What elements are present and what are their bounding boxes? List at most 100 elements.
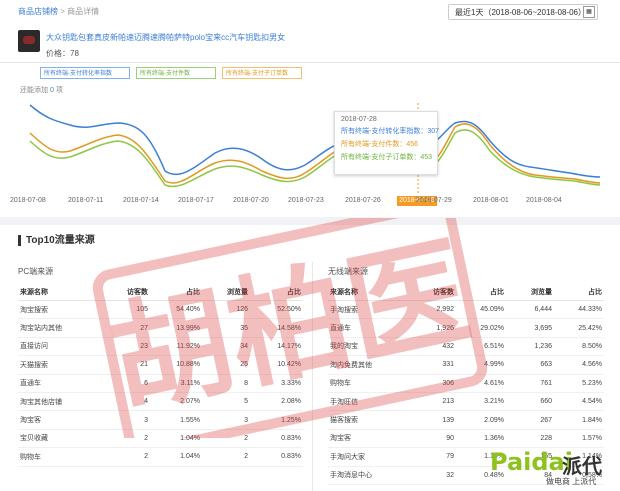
visitors-cell: 3 bbox=[104, 410, 150, 430]
pageview-share-cell: 8.50% bbox=[554, 337, 604, 357]
pageviews-cell: 2 bbox=[202, 429, 250, 449]
visitors-cell: 1,926 bbox=[408, 318, 456, 338]
x-tick-label: 2018-08-01 bbox=[473, 197, 509, 204]
breadcrumb: 商品店铺榜 > 商品详情 bbox=[18, 6, 99, 17]
logo-cn: 派代 bbox=[562, 454, 602, 478]
pageview-share-cell: 52.50% bbox=[250, 300, 303, 320]
visitors-cell: 139 bbox=[408, 410, 456, 430]
table-row: 手淘搜索 2,992 45.09% 6,444 44.33% bbox=[328, 300, 604, 320]
product-thumbnail[interactable] bbox=[18, 30, 40, 52]
pageviews-cell: 3,695 bbox=[506, 318, 554, 338]
source-name-cell: 手淘问大家 bbox=[328, 447, 408, 467]
pageviews-cell: 3 bbox=[202, 410, 250, 430]
pageviews-cell: 660 bbox=[506, 392, 554, 412]
paidai-logo: Paidai 派代 做电商 上派代 bbox=[486, 448, 620, 491]
col-visitors: 访客数 bbox=[104, 284, 150, 301]
pageview-share-cell: 5.23% bbox=[554, 374, 604, 393]
x-tick-label: 2018-07-23 bbox=[288, 197, 324, 204]
breadcrumb-root-link[interactable]: 商品店铺榜 bbox=[18, 7, 58, 16]
pageviews-cell: 34 bbox=[202, 337, 250, 357]
pageviews-cell: 8 bbox=[202, 374, 250, 393]
col-visitor-share: 占比 bbox=[456, 284, 506, 301]
source-name-cell: 直接访问 bbox=[18, 337, 104, 357]
date-range-picker[interactable]: 最近1天（2018-08-06~2018-08-06） ▦ bbox=[448, 4, 598, 20]
table-row: 我的淘宝 432 6.51% 1,236 8.50% bbox=[328, 337, 604, 357]
breadcrumb-current: 商品详情 bbox=[67, 7, 100, 16]
visitors-cell: 306 bbox=[408, 374, 456, 393]
pageview-share-cell: 3.33% bbox=[250, 374, 303, 393]
x-tick-label: 2018-07-29 bbox=[416, 197, 452, 204]
product-price: 价格：78 bbox=[46, 49, 79, 58]
visitors-cell: 2 bbox=[104, 429, 150, 449]
visitor-share-cell: 4.99% bbox=[456, 355, 506, 375]
pageviews-cell: 35 bbox=[202, 318, 250, 338]
source-name-cell: 手淘旺信 bbox=[328, 392, 408, 412]
visitors-cell: 90 bbox=[408, 429, 456, 449]
pageview-share-cell: 0.83% bbox=[250, 447, 303, 467]
x-tick-label: 2018-07-17 bbox=[178, 197, 214, 204]
visitor-share-cell: 54.40% bbox=[150, 300, 202, 320]
visitors-cell: 331 bbox=[408, 355, 456, 375]
pageviews-cell: 267 bbox=[506, 410, 554, 430]
pageview-share-cell: 44.33% bbox=[554, 300, 604, 320]
tooltip-date: 2018-07-28 bbox=[341, 116, 377, 123]
col-pageview-share: 占比 bbox=[250, 284, 303, 301]
pageview-share-cell: 1.57% bbox=[554, 429, 604, 449]
table-row: 天猫搜索 21 10.88% 25 10.42% bbox=[18, 355, 303, 375]
source-name-cell: 我的淘宝 bbox=[328, 337, 408, 357]
table-row: 购物车 306 4.61% 761 5.23% bbox=[328, 374, 604, 393]
pageviews-cell: 1,236 bbox=[506, 337, 554, 357]
source-name-cell: 猫客搜索 bbox=[328, 410, 408, 430]
series-line-orange bbox=[29, 123, 601, 184]
visitor-share-cell: 45.09% bbox=[456, 300, 506, 320]
source-name-cell: 淘宝其他店铺 bbox=[18, 392, 104, 412]
calendar-icon[interactable]: ▦ bbox=[583, 6, 595, 18]
source-name-cell: 手淘消息中心 bbox=[328, 466, 408, 485]
source-name-cell: 直通车 bbox=[18, 374, 104, 393]
visitor-share-cell: 3.21% bbox=[456, 392, 506, 412]
x-tick-label: 2018-07-26 bbox=[345, 197, 381, 204]
table-row: 猫客搜索 139 2.09% 267 1.84% bbox=[328, 410, 604, 430]
tooltip-conversion-index: 所有终端-支付转化率指数：307 bbox=[341, 128, 440, 135]
visitor-share-cell: 11.92% bbox=[150, 337, 202, 357]
section-divider bbox=[0, 217, 620, 225]
col-pageviews: 浏览量 bbox=[202, 284, 250, 301]
col-source-name: 来源名称 bbox=[18, 284, 104, 301]
source-name-cell: 天猫搜索 bbox=[18, 355, 104, 375]
table-row: 直通车 1,926 29.02% 3,695 25.42% bbox=[328, 318, 604, 338]
table-row: 淘宝站内其他 27 13.99% 35 14.58% bbox=[18, 318, 303, 338]
source-name-cell: 淘宝客 bbox=[328, 429, 408, 449]
pageview-share-cell: 2.08% bbox=[250, 392, 303, 412]
visitors-cell: 105 bbox=[104, 300, 150, 320]
visitor-share-cell: 1.04% bbox=[150, 447, 202, 467]
table-row: 淘内免费其他 331 4.99% 663 4.56% bbox=[328, 355, 604, 375]
date-range-text: 最近1天（2018-08-06~2018-08-06） bbox=[455, 8, 586, 17]
chart-tooltip: 2018-07-28 所有终端-支付转化率指数：307 所有终端-支付件数：45… bbox=[334, 111, 440, 175]
table-row: 直通车 6 3.11% 8 3.33% bbox=[18, 374, 303, 393]
logo-slogan: 做电商 上派代 bbox=[546, 477, 597, 486]
product-title-link[interactable]: 大众钥匙包套真皮新帕速迈腾速腾帕萨特polo宝来cc汽车钥匙扣男女 bbox=[46, 32, 285, 43]
visitors-cell: 2 bbox=[104, 447, 150, 467]
table-row: 手淘旺信 213 3.21% 660 4.54% bbox=[328, 392, 604, 412]
table-row: 淘宝客 3 1.55% 3 1.25% bbox=[18, 410, 303, 430]
logo-brand: Paidai bbox=[490, 448, 573, 476]
visitor-share-cell: 3.11% bbox=[150, 374, 202, 393]
pageviews-cell: 2 bbox=[202, 447, 250, 467]
tooltip-payment-items: 所有终端-支付件数：456 bbox=[341, 141, 419, 148]
pageviews-cell: 25 bbox=[202, 355, 250, 375]
source-name-cell: 手淘搜索 bbox=[328, 300, 408, 320]
source-name-cell: 购物车 bbox=[18, 447, 104, 467]
col-visitors: 访客数 bbox=[408, 284, 456, 301]
pageviews-cell: 5 bbox=[202, 392, 250, 412]
visitors-cell: 27 bbox=[104, 318, 150, 338]
visitor-share-cell: 4.61% bbox=[456, 374, 506, 393]
visitor-share-cell: 1.04% bbox=[150, 429, 202, 449]
pageviews-cell: 761 bbox=[506, 374, 554, 393]
pageview-share-cell: 10.42% bbox=[250, 355, 303, 375]
visitor-share-cell: 6.51% bbox=[456, 337, 506, 357]
col-pageviews: 浏览量 bbox=[506, 284, 554, 301]
table-row: 直接访问 23 11.92% 34 14.17% bbox=[18, 337, 303, 357]
pc-source-title: PC端来源 bbox=[18, 267, 54, 276]
visitor-share-cell: 29.02% bbox=[456, 318, 506, 338]
pageview-share-cell: 25.42% bbox=[554, 318, 604, 338]
